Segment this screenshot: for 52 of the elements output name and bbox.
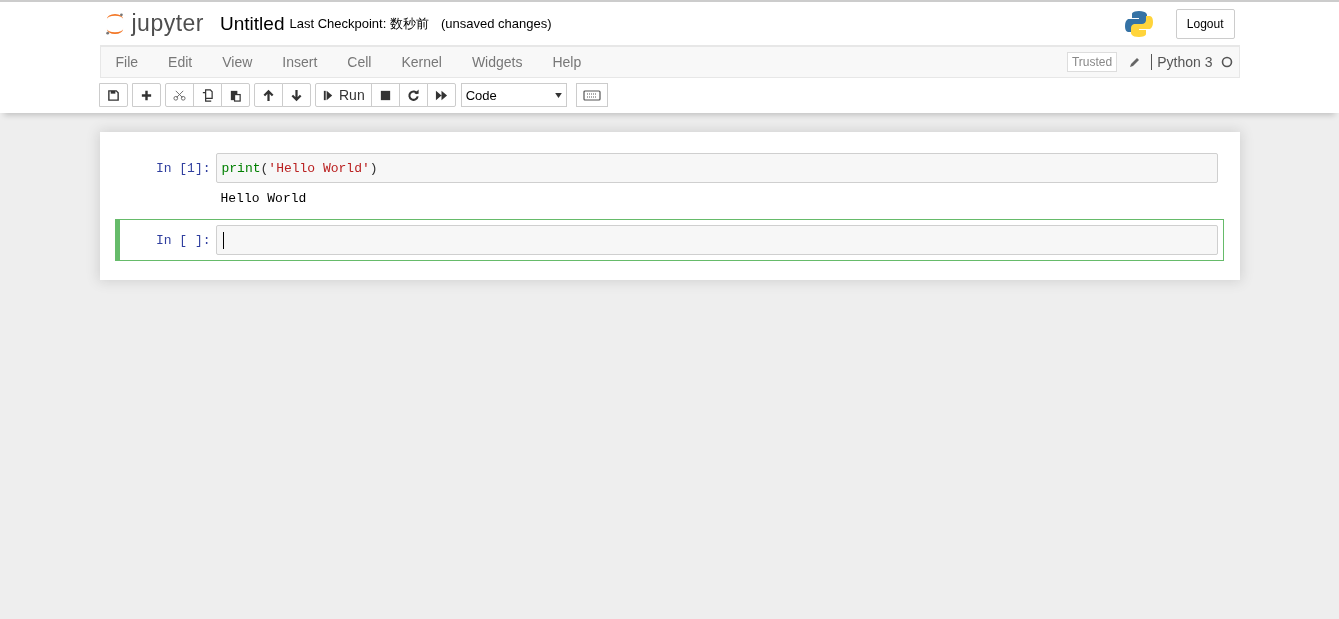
python-logo-icon	[1123, 8, 1154, 39]
run-all-button[interactable]	[426, 83, 456, 107]
run-button[interactable]: Run	[315, 83, 372, 107]
menu-item[interactable]: Insert	[267, 54, 333, 70]
keyboard-icon	[582, 89, 601, 101]
move-up-button[interactable]	[254, 83, 283, 107]
cell-type-dropdown[interactable]: Code	[460, 83, 567, 107]
trusted-indicator[interactable]: Trusted	[1067, 52, 1118, 72]
arrow-up-icon	[262, 88, 275, 102]
stop-button[interactable]	[370, 83, 400, 107]
autosave-status: (unsaved changes)	[440, 16, 552, 31]
jupyter-logo-text: jupyter	[131, 10, 205, 37]
menu-item[interactable]: View	[207, 54, 268, 70]
scissors-icon	[173, 88, 186, 102]
code-cell[interactable]: In [ ]:	[114, 219, 1224, 261]
step-forward-icon	[322, 88, 335, 102]
menu-item[interactable]: Widgets	[456, 54, 538, 70]
code-editor[interactable]: print('Hello World')	[215, 153, 1218, 183]
cut-button[interactable]	[165, 83, 194, 107]
keyboard-button[interactable]	[575, 83, 608, 107]
checkpoint-status: Last Checkpoint: 数秒前	[289, 14, 429, 33]
paste-button[interactable]	[221, 83, 250, 107]
restart-icon	[406, 88, 420, 102]
text-cursor	[222, 231, 224, 249]
menu-item[interactable]: Help	[537, 54, 597, 70]
caret-icon	[554, 92, 562, 98]
menu-item[interactable]: Kernel	[386, 54, 457, 70]
insert-cell-button[interactable]	[132, 83, 161, 107]
logout-button[interactable]: Logout	[1175, 8, 1235, 39]
cell-output: Hello World	[220, 190, 308, 206]
stop-icon	[378, 88, 392, 102]
fast-forward-icon	[434, 88, 448, 102]
save-icon	[107, 88, 120, 102]
paste-icon	[229, 88, 242, 102]
code-cell[interactable]: In [1]: print('Hello World') Hello World	[114, 152, 1224, 215]
kernel-name: Python 3	[1151, 54, 1213, 70]
code-line: print('Hello World')	[221, 160, 378, 176]
copy-button[interactable]	[193, 83, 222, 107]
save-button[interactable]	[99, 83, 128, 107]
arrow-down-icon	[290, 88, 303, 102]
move-down-button[interactable]	[282, 83, 311, 107]
restart-button[interactable]	[398, 83, 428, 107]
plus-icon	[140, 88, 153, 102]
input-prompt: In [ ]:	[154, 232, 212, 248]
notebook-name[interactable]: Untitled	[220, 12, 285, 35]
copy-icon	[201, 88, 214, 102]
menu-item[interactable]: File	[100, 54, 154, 70]
input-prompt: In [1]:	[154, 160, 212, 176]
menu-item[interactable]: Edit	[153, 54, 208, 70]
menu-item[interactable]: Cell	[332, 54, 387, 70]
pencil-icon[interactable]	[1129, 56, 1142, 68]
jupyter-logo-icon	[103, 10, 126, 37]
